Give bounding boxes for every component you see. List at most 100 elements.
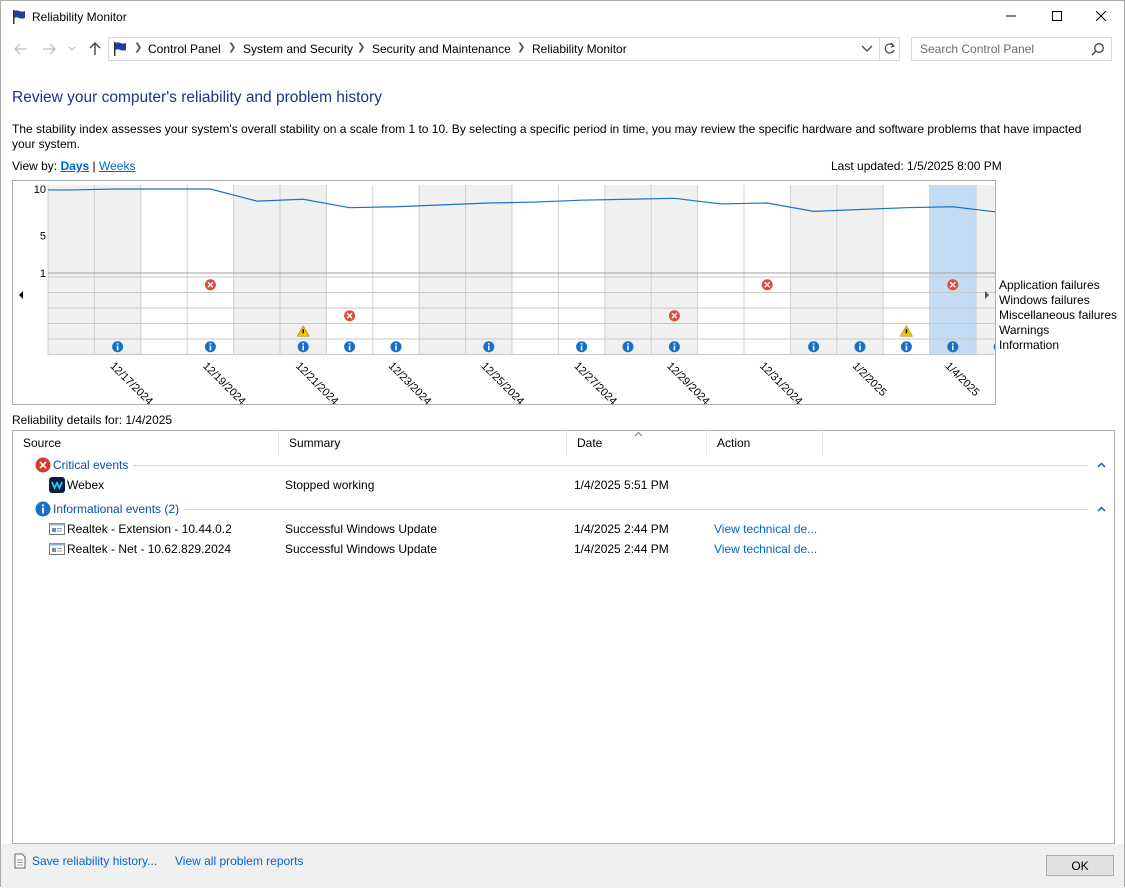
view-days-link[interactable]: Days	[60, 159, 89, 173]
minimize-icon	[1006, 15, 1016, 17]
view-weeks-link[interactable]: Weeks	[99, 159, 135, 173]
table-row[interactable]: Realtek - Net - 10.62.829.2024 Successfu…	[13, 539, 1114, 559]
information-event-marker-dot	[812, 343, 815, 345]
information-event-marker-dot	[116, 343, 119, 345]
date-label: 12/29/2024	[664, 360, 711, 404]
windows-update-icon	[49, 523, 65, 535]
collapse-chevron-icon[interactable]	[1097, 459, 1106, 471]
day-column	[465, 185, 512, 355]
maximize-button[interactable]	[1034, 1, 1080, 31]
date-label: 1/4/2025	[943, 360, 982, 399]
legend-windows-failures: Windows failures	[999, 293, 1090, 307]
breadcrumb-security-and-maintenance[interactable]: Security and Maintenance	[372, 42, 511, 56]
group-header-critical[interactable]: Critical events	[35, 455, 128, 475]
footer-bar: Save reliability history... View all pro…	[1, 844, 1124, 888]
row-date: 1/4/2025 2:44 PM	[574, 542, 669, 556]
legend-warnings: Warnings	[999, 323, 1050, 337]
information-event-marker-dot	[859, 343, 861, 345]
day-column	[372, 185, 420, 355]
information-event-marker-dot	[302, 343, 304, 345]
legend-miscellaneous-failures: Miscellaneous failures	[999, 308, 1118, 322]
view-technical-details-link[interactable]: View technical de...	[714, 522, 817, 536]
row-source: Realtek - Net - 10.62.829.2024	[67, 542, 232, 556]
table-row[interactable]: Realtek - Extension - 10.44.0.2 Successf…	[13, 519, 1114, 539]
view-technical-details-link[interactable]: View technical de...	[714, 542, 817, 556]
date-label: 12/19/2024	[200, 360, 247, 404]
address-divider	[879, 38, 880, 60]
information-event-marker-dot	[627, 343, 629, 345]
back-button[interactable]	[13, 41, 29, 57]
column-header-source[interactable]: Source	[13, 431, 279, 455]
window-title: Reliability Monitor	[32, 10, 127, 24]
up-button[interactable]	[87, 41, 103, 57]
information-event-marker-stem	[488, 345, 490, 351]
day-column	[512, 185, 559, 355]
view-by-label: View by:	[12, 159, 58, 173]
information-event-marker-stem	[859, 345, 861, 351]
address-bar[interactable]: ❯ Control Panel ❯ System and Security ❯ …	[108, 37, 900, 61]
day-column	[651, 185, 698, 355]
information-event-marker-stem	[116, 345, 119, 351]
flag-icon	[13, 10, 25, 24]
group-divider	[133, 465, 1088, 466]
maximize-icon	[1052, 11, 1062, 21]
y-tick-label: 5	[40, 231, 46, 243]
view-by-selector: View by: Days | Weeks	[12, 159, 135, 173]
ok-button[interactable]: OK	[1046, 855, 1114, 876]
refresh-button[interactable]	[883, 42, 897, 56]
date-label: 12/21/2024	[293, 360, 340, 404]
chevron-down-icon	[68, 46, 76, 51]
recent-locations-button[interactable]	[66, 41, 78, 57]
chevron-down-icon	[861, 45, 873, 52]
row-date: 1/4/2025 2:44 PM	[574, 522, 669, 536]
minimize-button[interactable]	[988, 1, 1034, 31]
breadcrumb-reliability-monitor[interactable]: Reliability Monitor	[532, 42, 627, 56]
information-event-marker-stem	[905, 345, 908, 351]
day-column	[419, 185, 466, 355]
reliability-monitor-window: Reliability Monitor ❯ Control Panel ❯ Sy…	[0, 0, 1125, 888]
info-icon	[35, 501, 51, 517]
search-placeholder: Search Control Panel	[920, 42, 1035, 56]
information-event-marker-dot	[209, 343, 212, 345]
save-reliability-history-link[interactable]: Save reliability history...	[32, 854, 157, 868]
view-all-problem-reports-link[interactable]: View all problem reports	[175, 854, 304, 868]
column-header-summary[interactable]: Summary	[279, 431, 567, 455]
table-row[interactable]: Webex Stopped working 1/4/2025 5:51 PM	[13, 475, 1114, 495]
day-column	[233, 185, 280, 355]
breadcrumb-separator-icon: ❯	[228, 42, 237, 53]
information-event-marker-dot	[348, 343, 351, 345]
forward-button[interactable]	[41, 41, 57, 57]
page-title: Review your computer's reliability and p…	[12, 89, 382, 106]
group-header-informational[interactable]: Informational events (2)	[35, 499, 179, 519]
reliability-chart[interactable]: 10 5 1 12/17/2024 12/19/2024 12/21/2024 12/23/…	[12, 180, 996, 405]
close-button[interactable]	[1078, 1, 1124, 31]
day-column	[140, 185, 188, 355]
search-input[interactable]: Search Control Panel	[911, 37, 1112, 61]
date-label: 1/2/2025	[850, 360, 889, 399]
save-document-icon	[14, 853, 26, 869]
breadcrumb-system-and-security[interactable]: System and Security	[243, 42, 353, 56]
flag-icon	[114, 42, 126, 56]
day-column	[187, 185, 234, 355]
reliability-details-grid[interactable]: Source Summary Date Action Critical even…	[12, 430, 1115, 844]
collapse-chevron-icon[interactable]	[1097, 503, 1106, 515]
information-event-marker-dot	[488, 343, 490, 345]
breadcrumb-separator-icon: ❯	[357, 42, 366, 53]
day-column	[558, 185, 605, 355]
date-label: 12/23/2024	[386, 360, 433, 404]
column-header-action[interactable]: Action	[707, 431, 823, 455]
information-event-marker-stem	[209, 345, 212, 351]
breadcrumb-control-panel[interactable]: Control Panel	[148, 42, 221, 56]
information-event-marker-dot	[673, 343, 676, 345]
breadcrumb-separator-icon: ❯	[134, 42, 143, 53]
day-column	[744, 185, 791, 355]
warning-event-marker-stem	[302, 329, 304, 334]
information-event-marker-stem	[812, 345, 815, 351]
information-event-marker-stem	[952, 345, 954, 351]
information-event-marker-stem	[627, 345, 629, 351]
address-history-button[interactable]	[861, 42, 875, 56]
y-tick-label: 1	[40, 268, 46, 280]
information-event-marker-dot	[905, 343, 908, 345]
information-event-marker-dot	[952, 343, 954, 345]
information-event-marker-stem	[348, 345, 351, 351]
